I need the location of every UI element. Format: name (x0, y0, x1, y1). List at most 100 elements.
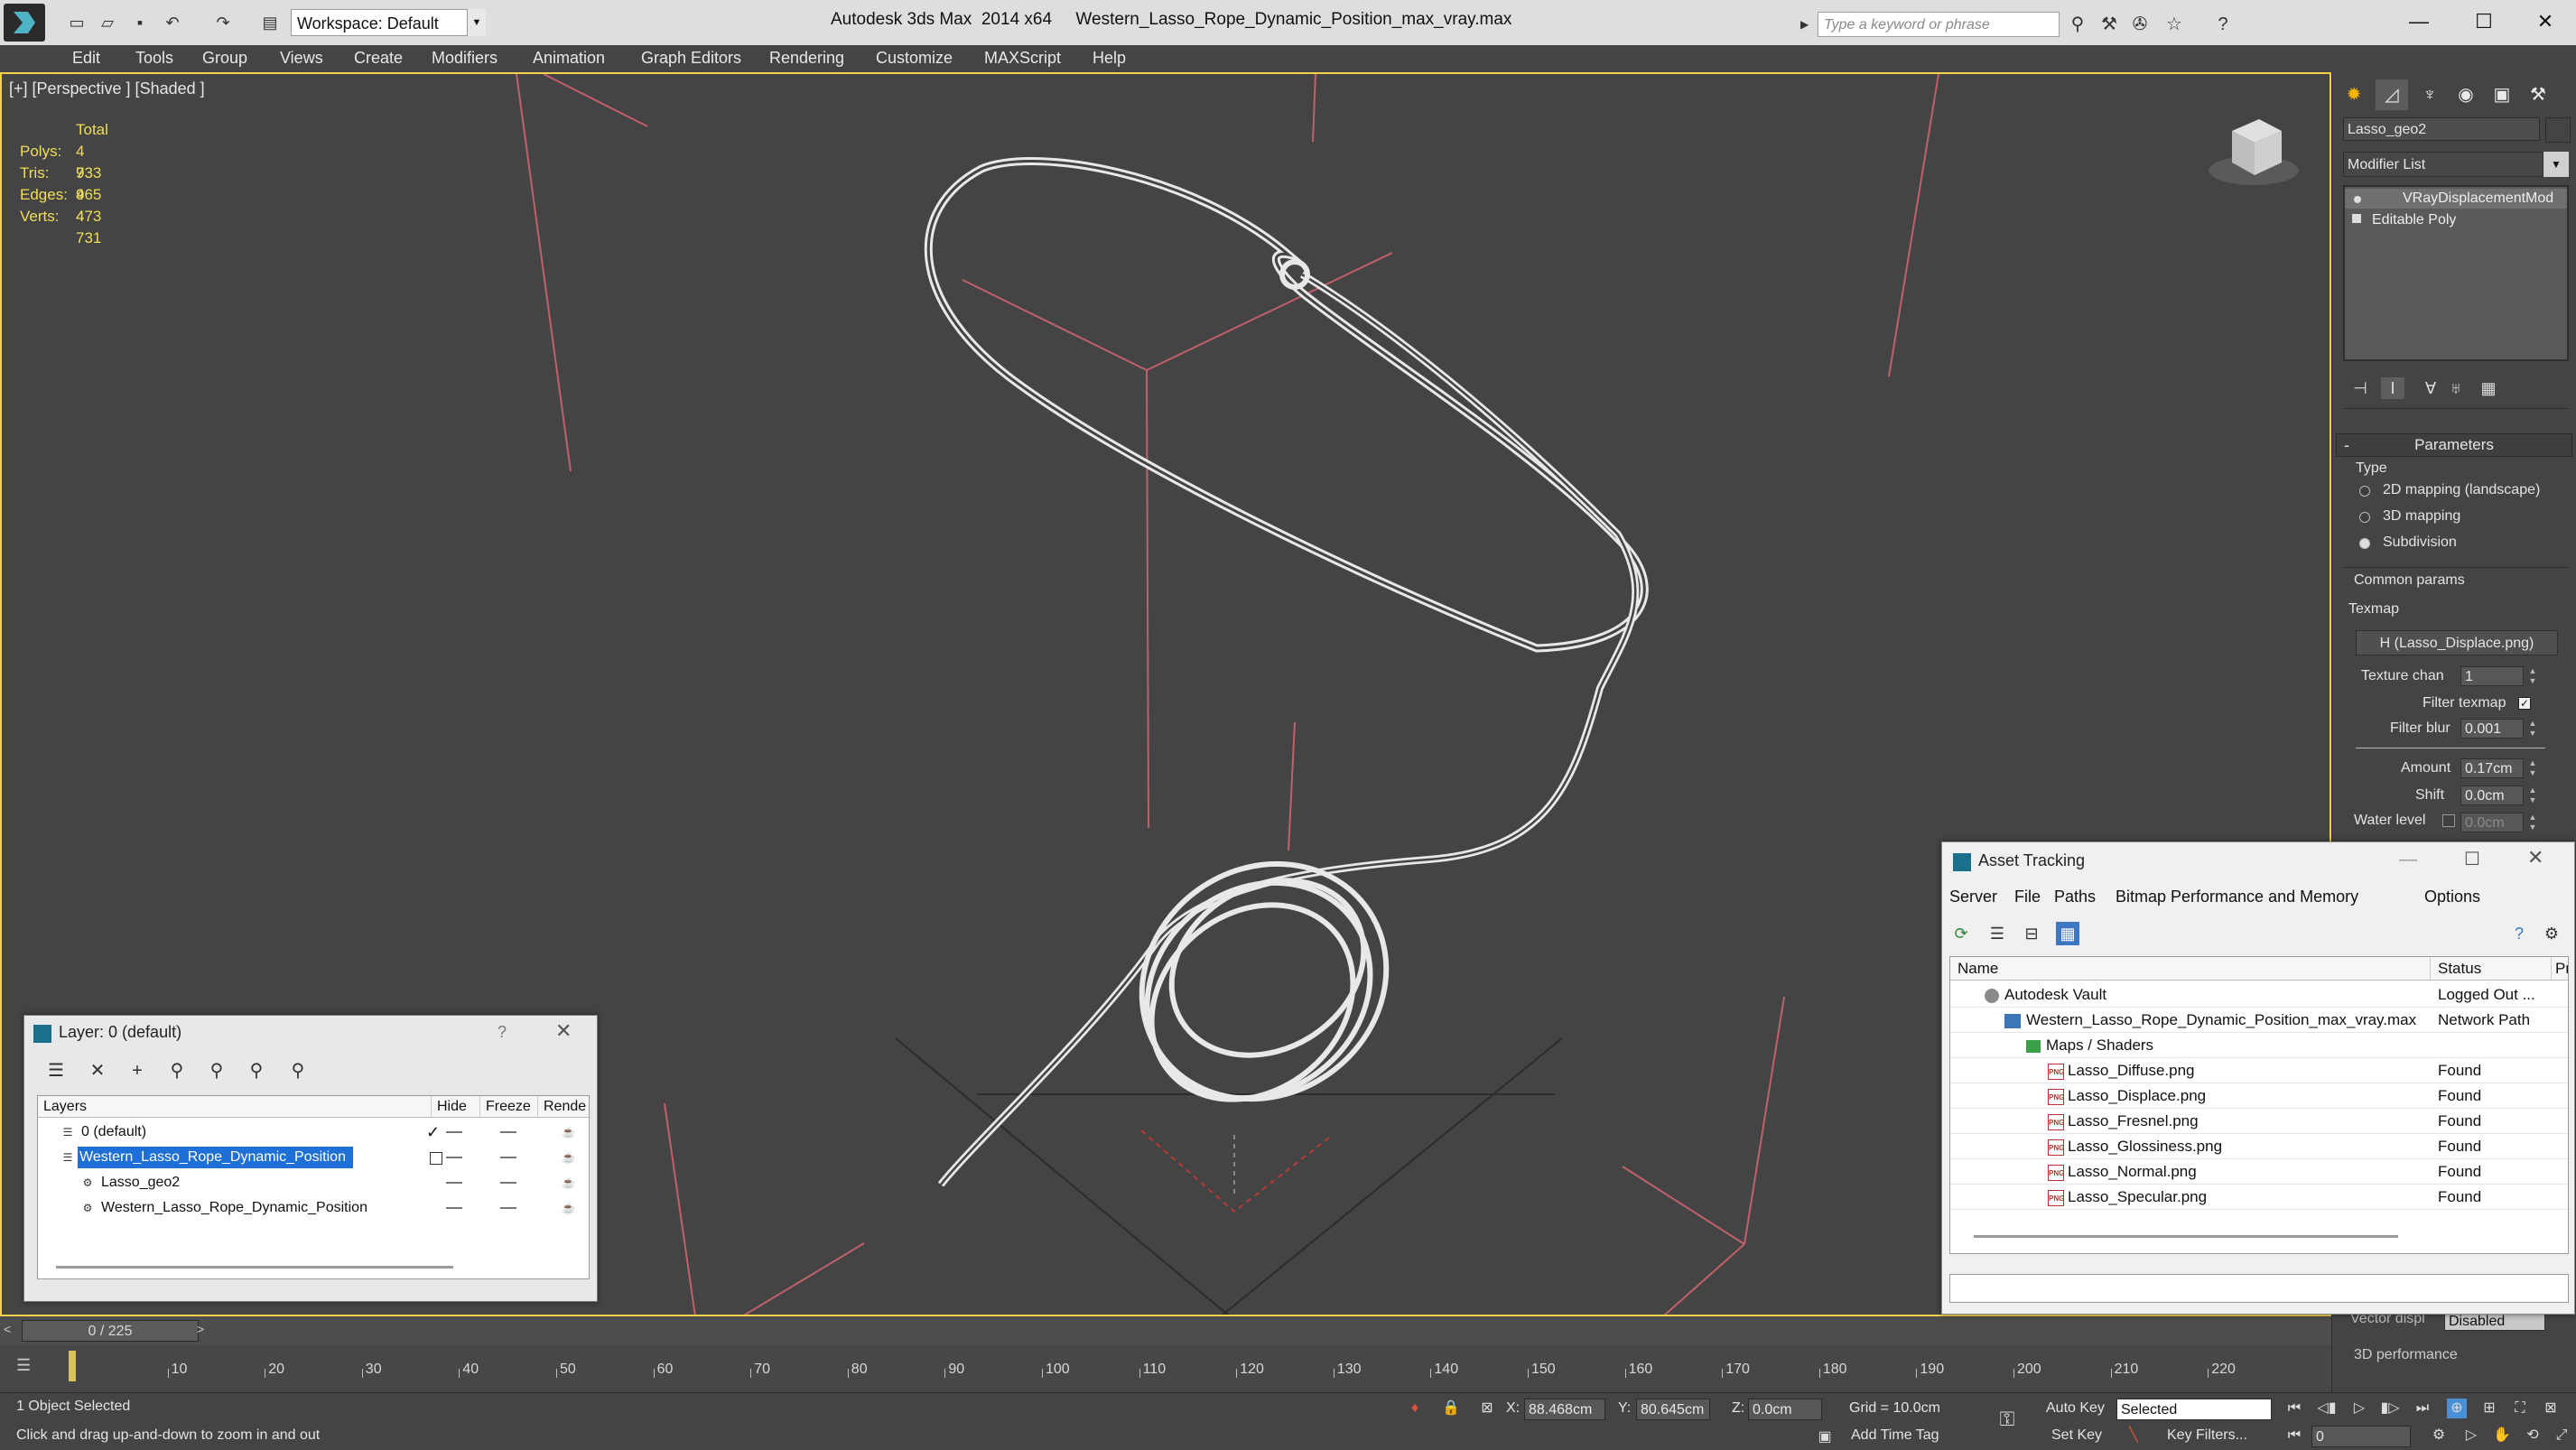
water-level-checkbox[interactable] (2442, 814, 2455, 827)
time-slider-thumb[interactable]: 0 / 225 (22, 1320, 199, 1342)
auto-key-button[interactable]: Auto Key (2046, 1400, 2105, 1417)
menu-help[interactable]: Help (1093, 49, 1126, 68)
expand-box-icon[interactable] (2352, 214, 2361, 223)
help-icon[interactable]: ? (2210, 12, 2236, 37)
zoom-extents-icon[interactable]: ⛶ (2510, 1399, 2530, 1418)
asset-settings-icon[interactable]: ⚙ (2540, 922, 2563, 945)
remove-modifier-icon[interactable]: ♅ (2444, 377, 2468, 399)
highlight-layer-icon[interactable]: ⚲ (205, 1059, 228, 1083)
zoom-extents-all-icon[interactable]: ⊠ (2541, 1399, 2561, 1418)
asset-row-vault[interactable]: Autodesk Vault Logged Out ... (1950, 982, 2568, 1008)
key-filters-button[interactable]: Key Filters... (2167, 1427, 2247, 1444)
water-level-spinner[interactable]: ▲ ▼ (2527, 813, 2538, 832)
current-frame-field[interactable]: 0 (2311, 1426, 2411, 1447)
time-tag-icon[interactable]: ▣ (1815, 1427, 1835, 1447)
absolute-mode-icon[interactable]: ⊠ (1477, 1399, 1497, 1418)
radio-subdivision[interactable] (2359, 538, 2370, 549)
z-coordinate-field[interactable]: 0.0cm (1748, 1399, 1822, 1420)
asset-menu-paths[interactable]: Paths (2054, 888, 2096, 906)
previous-frame-icon[interactable]: ◁▮ (2317, 1399, 2337, 1418)
water-level-input[interactable]: 0.0cm (2460, 813, 2524, 832)
project-folder-icon[interactable]: ▤ (260, 13, 280, 33)
shift-input[interactable]: 0.0cm (2460, 785, 2524, 805)
layer-dialog-help-button[interactable]: ? (498, 1023, 507, 1042)
asset-row-maps-shaders[interactable]: Maps / Shaders (1950, 1033, 2568, 1058)
go-to-end-icon[interactable]: ⏭ (2413, 1399, 2432, 1418)
track-bar[interactable]: ☰ 10 20 30 40 50 60 70 80 90 100 110 120 130 140 150 16… (0, 1345, 2331, 1392)
menu-edit[interactable]: Edit (72, 49, 100, 68)
time-slider-prev-icon[interactable]: < (4, 1322, 11, 1336)
asset-row-png[interactable]: PNG Lasso_Normal.png Found (1950, 1159, 2568, 1185)
asset-maximize-button[interactable]: ☐ (2464, 848, 2480, 870)
search-expand-icon[interactable]: ▶ (1800, 14, 1811, 34)
modifier-list-chevron-down-icon[interactable]: ▼ (2543, 152, 2569, 177)
layer-row-default[interactable]: ☰ 0 (default) ✓ ☕ (38, 1120, 587, 1145)
render-teapot-icon[interactable]: ☕ (562, 1126, 575, 1139)
stack-item-vraydisplacement[interactable]: VRayDisplacementMod (2345, 189, 2567, 209)
x-coordinate-field[interactable]: 88.468cm (1524, 1399, 1605, 1420)
table-view-icon[interactable]: ▦ (2056, 922, 2079, 945)
make-active-checkbox[interactable] (430, 1152, 442, 1165)
search-input[interactable]: Type a keyword or phrase (1818, 12, 2060, 37)
key-icon[interactable]: ⚿ (1997, 1409, 2017, 1429)
display-tab-icon[interactable]: ▣ (2486, 79, 2518, 110)
isolate-selection-icon[interactable]: ♦ (1405, 1399, 1425, 1418)
workspace-chevron-down-icon[interactable]: ▼ (467, 9, 486, 36)
radio-2d-mapping[interactable] (2359, 486, 2370, 497)
freeze-all-layers-icon[interactable]: ⚲ (286, 1059, 310, 1083)
filter-texmap-checkbox[interactable]: ✓ (2518, 697, 2531, 710)
menu-tools[interactable]: Tools (135, 49, 173, 68)
asset-menu-server[interactable]: Server (1949, 888, 1997, 906)
amount-spinner[interactable]: ▲ ▼ (2527, 758, 2538, 778)
delete-layer-icon[interactable]: ✕ (86, 1059, 109, 1083)
menu-group[interactable]: Group (202, 49, 247, 68)
object-color-swatch[interactable] (2545, 117, 2571, 143)
next-frame-icon[interactable]: ▮▷ (2380, 1399, 2400, 1418)
render-teapot-icon[interactable]: ☕ (562, 1202, 575, 1214)
lightbulb-icon[interactable] (2352, 192, 2363, 203)
shift-spinner[interactable]: ▲ ▼ (2527, 785, 2538, 805)
pin-stack-icon[interactable]: ⊣ (2348, 377, 2372, 399)
texture-chan-input[interactable]: 1 (2460, 666, 2524, 686)
maximize-button[interactable]: ☐ (2458, 5, 2510, 38)
orbit-icon[interactable]: ⟲ (2523, 1426, 2543, 1445)
asset-row-png[interactable]: PNG Lasso_Glossiness.png Found (1950, 1134, 2568, 1159)
time-slider[interactable]: < 0 / 225 > (0, 1316, 2331, 1345)
asset-row-png[interactable]: PNG Lasso_Specular.png Found (1950, 1185, 2568, 1210)
stack-item-editable-poly[interactable]: Editable Poly (2345, 210, 2567, 230)
set-key-button[interactable]: Set Key (2051, 1427, 2102, 1444)
radio-3d-mapping[interactable] (2359, 512, 2370, 523)
layer-row-western-lasso-object[interactable]: ⚙ Western_Lasso_Rope_Dynamic_Position ☕ (38, 1195, 587, 1221)
render-teapot-icon[interactable]: ☕ (562, 1151, 575, 1164)
layer-horizontal-scrollbar[interactable] (56, 1266, 453, 1269)
key-mode-icon[interactable]: ╲ (2124, 1426, 2144, 1445)
asset-menu-file[interactable]: File (2014, 888, 2041, 906)
asset-horizontal-scrollbar[interactable] (1974, 1235, 2398, 1238)
hierarchy-tab-icon[interactable]: ♆ (2413, 79, 2446, 110)
go-to-start-icon[interactable]: ⏮ (2284, 1399, 2304, 1418)
layer-row-lasso-geo2[interactable]: ⚙ Lasso_geo2 ☕ (38, 1170, 587, 1195)
asset-help-icon[interactable]: ? (2507, 922, 2531, 945)
play-icon[interactable]: ▷ (2349, 1399, 2369, 1418)
time-slider-next-icon[interactable]: > (197, 1322, 204, 1336)
subscription-icon[interactable]: ⚒ (2097, 12, 2122, 37)
current-frame-marker[interactable] (69, 1351, 76, 1381)
filter-blur-spinner[interactable]: ▲ ▼ (2527, 719, 2538, 739)
open-file-icon[interactable]: ▱ (98, 13, 117, 33)
field-of-view-icon[interactable]: ▷ (2461, 1426, 2481, 1445)
zoom-all-icon[interactable]: ⊞ (2479, 1399, 2499, 1418)
column-pr[interactable]: Pr (2552, 957, 2568, 981)
asset-menu-bitmap-performance[interactable]: Bitmap Performance and Memory (2116, 888, 2358, 906)
layer-dialog-close-button[interactable]: ✕ (555, 1019, 572, 1043)
hide-all-layers-icon[interactable]: ⚲ (245, 1059, 268, 1083)
favorites-star-icon[interactable]: ☆ (2162, 12, 2187, 37)
zoom-icon[interactable]: ⊕ (2447, 1399, 2467, 1418)
layer-row-western-lasso[interactable]: ☰ Western_Lasso_Rope_Dynamic_Position ☕ (38, 1145, 587, 1170)
refresh-icon[interactable]: ⟳ (1949, 922, 1973, 945)
texture-chan-spinner[interactable]: ▲ ▼ (2527, 666, 2538, 686)
communication-center-icon[interactable]: ✇ (2127, 12, 2153, 37)
tree-view-icon[interactable]: ⊟ (2020, 922, 2043, 945)
asset-menu-options[interactable]: Options (2424, 888, 2480, 906)
asset-row-png[interactable]: PNG Lasso_Fresnel.png Found (1950, 1109, 2568, 1134)
menu-views[interactable]: Views (280, 49, 323, 68)
